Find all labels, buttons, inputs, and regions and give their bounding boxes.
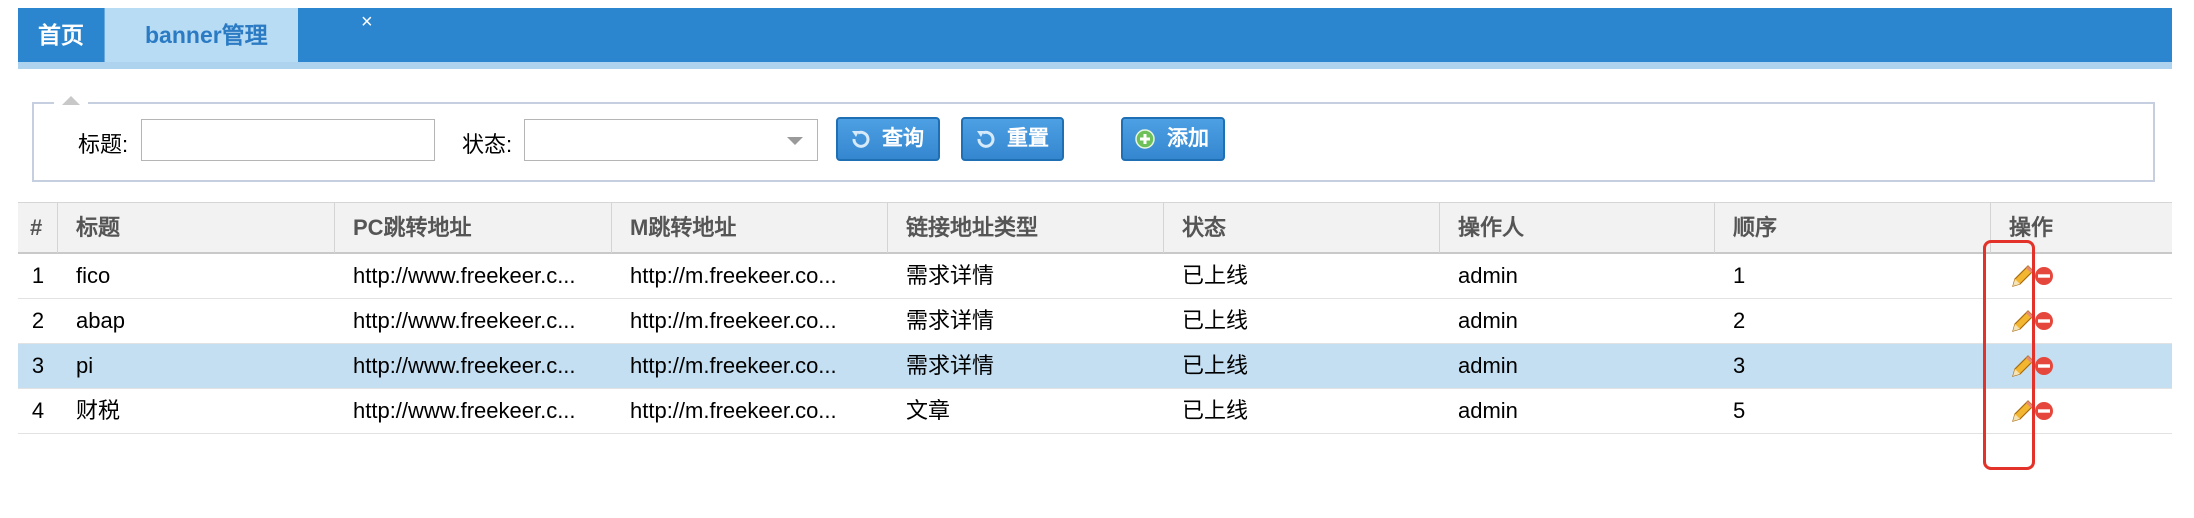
add-button-label: 添加 <box>1167 127 1209 150</box>
col-header-order[interactable]: 顺序 <box>1715 203 1991 253</box>
cell-title: pi <box>76 353 94 378</box>
reset-button-label: 重置 <box>1007 127 1049 150</box>
tab-banner-label: banner管理 <box>145 22 268 48</box>
cell-pc-url: http://www.freekeer.c... <box>353 353 576 378</box>
cell-status: 已上线 <box>1182 308 1249 333</box>
delete-circle-icon[interactable] <box>2034 356 2054 376</box>
chevron-down-icon <box>787 137 803 145</box>
cell-pc-url: http://www.freekeer.c... <box>353 308 576 333</box>
status-label: 状态: <box>462 132 513 157</box>
cell-operator: admin <box>1458 263 1518 288</box>
cell-link-type: 文章 <box>906 398 951 423</box>
cell-index: 3 <box>31 353 45 378</box>
table-row[interactable]: 1 fico http://www.freekeer.c... http://m… <box>18 254 2172 299</box>
close-icon[interactable]: × <box>361 12 373 32</box>
annotation-highlight-box <box>1983 240 2035 470</box>
cell-status: 已上线 <box>1182 263 1249 288</box>
cell-m-url: http://m.freekeer.co... <box>630 308 837 333</box>
delete-circle-icon[interactable] <box>2034 311 2054 331</box>
cell-link-type: 需求详情 <box>906 308 995 333</box>
cell-order: 3 <box>1733 353 1746 378</box>
cell-index: 2 <box>31 308 45 333</box>
cell-status: 已上线 <box>1182 398 1249 423</box>
col-header-status[interactable]: 状态 <box>1164 203 1440 253</box>
cell-link-type: 需求详情 <box>906 353 995 378</box>
cell-m-url: http://m.freekeer.co... <box>630 353 837 378</box>
delete-circle-icon[interactable] <box>2034 401 2054 421</box>
query-button-label: 查询 <box>882 127 924 150</box>
cell-order: 1 <box>1733 263 1746 288</box>
col-header-index: # <box>18 203 58 253</box>
cell-title: abap <box>76 308 125 333</box>
undo-arrow-icon <box>852 130 870 148</box>
tab-bar-underline <box>18 62 2172 69</box>
undo-arrow-icon <box>977 130 995 148</box>
col-header-operator[interactable]: 操作人 <box>1440 203 1715 253</box>
title-input[interactable] <box>141 119 435 161</box>
cell-order: 2 <box>1733 308 1746 333</box>
cell-index: 4 <box>31 398 45 423</box>
title-label: 标题: <box>78 132 129 157</box>
cell-operator: admin <box>1458 353 1518 378</box>
cell-status: 已上线 <box>1182 353 1249 378</box>
collapse-arrow-icon[interactable] <box>62 96 80 105</box>
tab-banner-management[interactable]: banner管理 × <box>105 8 373 62</box>
cell-index: 1 <box>31 263 45 288</box>
col-header-link-type[interactable]: 链接地址类型 <box>888 203 1164 253</box>
col-header-m-url[interactable]: M跳转地址 <box>612 203 888 253</box>
cell-operator: admin <box>1458 398 1518 423</box>
col-header-title[interactable]: 标题 <box>58 203 335 253</box>
table-row[interactable]: 4 财税 http://www.freekeer.c... http://m.f… <box>18 389 2172 434</box>
cell-title: fico <box>76 263 111 288</box>
table-header: # 标题 PC跳转地址 M跳转地址 链接地址类型 状态 操作人 顺序 操作 <box>18 202 2172 254</box>
add-button[interactable]: 添加 <box>1121 117 1225 161</box>
tab-home[interactable]: 首页 <box>18 8 105 62</box>
cell-m-url: http://m.freekeer.co... <box>630 398 837 423</box>
cell-operator: admin <box>1458 308 1518 333</box>
reset-button[interactable]: 重置 <box>961 117 1064 161</box>
cell-link-type: 需求详情 <box>906 263 995 288</box>
cell-pc-url: http://www.freekeer.c... <box>353 398 576 423</box>
status-select[interactable] <box>524 119 818 161</box>
delete-circle-icon[interactable] <box>2034 266 2054 286</box>
table-row[interactable]: 2 abap http://www.freekeer.c... http://m… <box>18 299 2172 344</box>
plus-circle-icon <box>1135 129 1155 149</box>
query-button[interactable]: 查询 <box>836 117 940 161</box>
table-row-selected[interactable]: 3 pi http://www.freekeer.c... http://m.f… <box>18 344 2172 389</box>
cell-m-url: http://m.freekeer.co... <box>630 263 837 288</box>
tab-bar: 首页 banner管理 × <box>18 8 2172 62</box>
cell-title: 财税 <box>76 398 121 423</box>
col-header-pc-url[interactable]: PC跳转地址 <box>335 203 612 253</box>
cell-pc-url: http://www.freekeer.c... <box>353 263 576 288</box>
cell-order: 5 <box>1733 398 1746 423</box>
